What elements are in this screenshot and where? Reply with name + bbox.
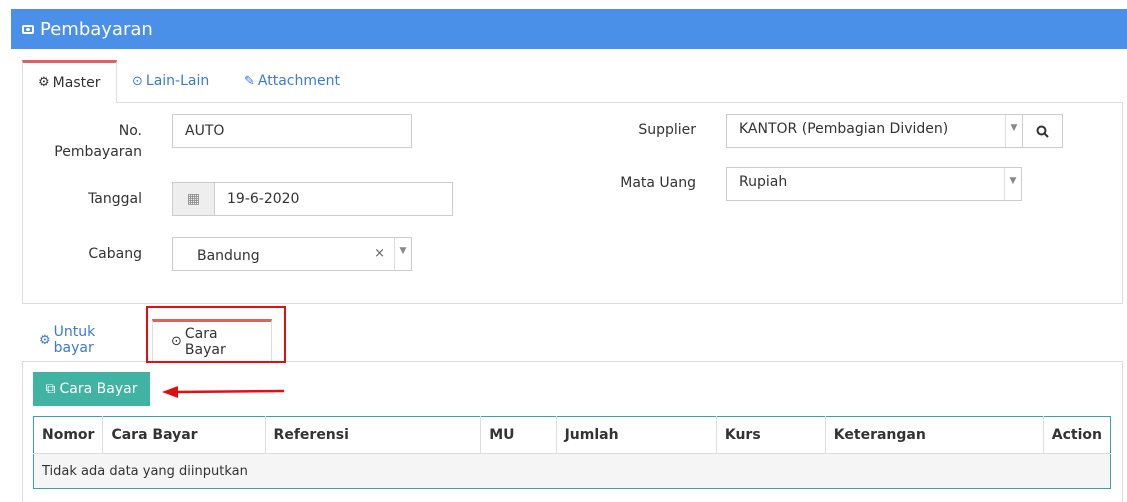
column-header[interactable]: Cara Bayar — [102, 416, 266, 454]
label-supplier: Supplier — [638, 122, 696, 138]
search-supplier-button[interactable] — [1022, 114, 1063, 148]
empty-table-message: Tidak ada data yang diinputkan — [33, 453, 1111, 489]
table-row: Tidak ada data yang diinputkan — [33, 453, 1111, 489]
table-header-row: Nomor Cara Bayar Referensi MU Jumlah Kur… — [33, 416, 1111, 454]
tab-label: Attachment — [257, 73, 340, 89]
tab-attachment[interactable]: ✎ Attachment — [229, 60, 355, 102]
highlight-box — [146, 306, 286, 363]
page-title: Pembayaran — [40, 18, 153, 40]
tab-untuk-bayar[interactable]: ⚙ Untuk bayar — [22, 319, 152, 361]
tab-label: Master — [52, 74, 101, 91]
add-cara-bayar-button[interactable]: ⧉ Cara Bayar — [33, 372, 150, 406]
no-pembayaran-input[interactable]: AUTO — [172, 114, 412, 148]
select-value: Bandung — [197, 248, 260, 264]
column-header[interactable]: Referensi — [265, 416, 482, 454]
label-tanggal: Tanggal — [88, 191, 142, 207]
cara-bayar-table: Nomor Cara Bayar Referensi MU Jumlah Kur… — [33, 416, 1111, 489]
chevron-down-icon[interactable]: ▼ — [1005, 115, 1022, 147]
column-header[interactable]: Keterangan — [825, 416, 1044, 454]
column-header[interactable]: Kurs — [716, 416, 826, 454]
label-cabang: Cabang — [88, 246, 142, 262]
label-mata-uang: Mata Uang — [620, 175, 696, 191]
label-line: Pembayaran — [54, 144, 142, 160]
mata-uang-select[interactable]: Rupiah ▼ — [726, 167, 1022, 201]
search-icon — [1036, 125, 1049, 138]
copy-icon: ⧉ — [45, 381, 56, 397]
column-header[interactable]: Nomor — [33, 416, 104, 454]
cabang-select[interactable]: Bandung × ▼ — [172, 237, 412, 271]
gears-icon: ⚙ — [39, 332, 51, 348]
money-icon — [22, 24, 34, 34]
column-header[interactable]: Action — [1043, 416, 1111, 454]
column-header[interactable]: MU — [480, 416, 557, 454]
column-header[interactable]: Jumlah — [556, 416, 717, 454]
label-no-pembayaran: No. Pembayaran — [40, 121, 142, 163]
arrow-annotation — [162, 386, 285, 398]
gears-icon: ⚙ — [38, 75, 50, 90]
button-label: Cara Bayar — [59, 381, 138, 397]
top-tab-bar: ⚙ Master ⊙ Lain-Lain ✎ Attachment — [22, 60, 355, 102]
input-value: AUTO — [185, 123, 225, 139]
tab-label: Untuk bayar — [53, 324, 96, 356]
select-value: KANTOR (Pembagian Dividen) — [739, 121, 949, 137]
select-value: Rupiah — [739, 174, 788, 190]
tanggal-input[interactable]: ▦ 19-6-2020 — [172, 182, 453, 216]
calendar-icon[interactable]: ▦ — [173, 183, 215, 215]
chevron-down-icon[interactable]: ▼ — [394, 238, 411, 270]
tab-label: Lain-Lain — [145, 73, 210, 89]
clear-icon[interactable]: × — [374, 246, 385, 261]
paperclip-icon: ✎ — [244, 73, 255, 89]
check-circle-icon: ⊙ — [132, 73, 143, 89]
page-header: Pembayaran — [11, 9, 1127, 49]
tab-lain-lain[interactable]: ⊙ Lain-Lain — [117, 60, 229, 102]
label-line: No. — [118, 123, 142, 139]
input-value: 19-6-2020 — [227, 191, 300, 207]
chevron-down-icon[interactable]: ▼ — [1004, 168, 1021, 200]
supplier-select[interactable]: KANTOR (Pembagian Dividen) ▼ — [726, 114, 1023, 148]
tab-master[interactable]: ⚙ Master — [22, 60, 117, 102]
